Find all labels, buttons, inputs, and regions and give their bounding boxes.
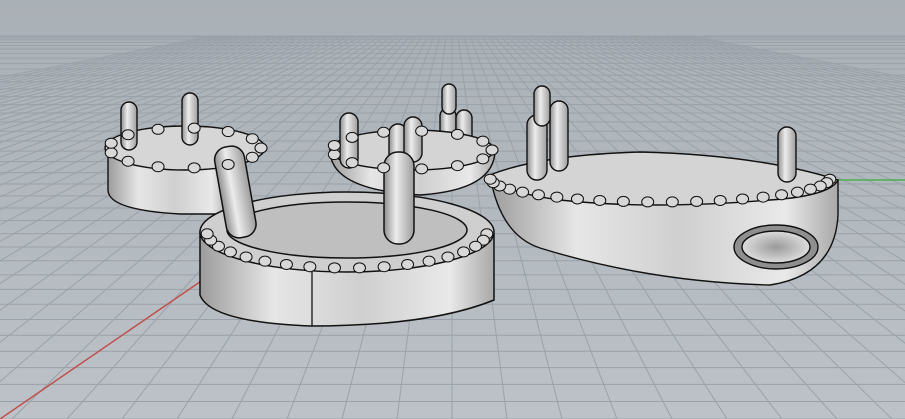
support-tip xyxy=(593,194,607,206)
support-pin xyxy=(777,126,797,183)
support-tip xyxy=(200,228,214,240)
support-tip xyxy=(450,160,464,172)
support-tip xyxy=(121,155,135,167)
support-tip xyxy=(223,246,237,258)
support-tip xyxy=(353,262,367,274)
support-tip xyxy=(377,126,391,138)
support-pin xyxy=(120,101,138,151)
support-tip xyxy=(469,240,483,252)
support-tip xyxy=(616,195,630,207)
support-tip xyxy=(221,126,235,138)
support-tip xyxy=(345,157,359,169)
support-tip xyxy=(221,158,235,170)
support-tip xyxy=(476,135,490,147)
support-tip xyxy=(483,173,497,185)
support-tip xyxy=(736,193,750,205)
support-tip xyxy=(531,189,545,201)
support-tip xyxy=(245,133,259,145)
support-tip xyxy=(441,251,455,263)
support-tip xyxy=(476,153,490,165)
support-tip xyxy=(550,191,564,203)
support-tip xyxy=(258,255,272,267)
support-tip xyxy=(401,258,415,270)
support-tip xyxy=(279,258,293,270)
support-tip xyxy=(245,151,259,163)
support-tip xyxy=(254,142,268,154)
support-tip xyxy=(422,255,436,267)
support-tip xyxy=(415,163,429,175)
support-tip xyxy=(457,246,471,258)
support-tip xyxy=(775,189,789,201)
support-pin xyxy=(441,83,457,115)
support-tip xyxy=(690,195,704,207)
support-tip xyxy=(104,137,118,149)
support-tip xyxy=(151,161,165,173)
support-tip xyxy=(121,129,135,141)
support-tip xyxy=(570,193,584,205)
support-tip xyxy=(239,251,253,263)
support-tip xyxy=(665,196,679,208)
support-tip xyxy=(187,122,201,134)
support-tip xyxy=(187,162,201,174)
rhino-perspective-viewport[interactable] xyxy=(0,0,905,419)
viewport-canvas[interactable] xyxy=(0,0,905,419)
support-pin xyxy=(549,100,569,172)
support-pin xyxy=(181,92,199,146)
support-tip xyxy=(104,147,118,159)
loop-hole-inner xyxy=(741,230,811,264)
support-tip xyxy=(803,183,817,195)
support-tip xyxy=(303,261,317,273)
support-tip xyxy=(641,196,655,208)
support-tip xyxy=(377,162,391,174)
support-tip xyxy=(377,261,391,273)
support-tip xyxy=(713,194,727,206)
support-tip xyxy=(485,144,499,156)
support-tip xyxy=(151,123,165,135)
support-tip xyxy=(790,186,804,198)
support-tip xyxy=(327,149,341,161)
support-tip xyxy=(450,128,464,140)
support-tip xyxy=(756,191,770,203)
support-tip xyxy=(516,186,530,198)
support-tip xyxy=(327,262,341,274)
support-tip xyxy=(415,125,429,137)
support-tip xyxy=(327,139,341,151)
support-pin xyxy=(533,85,551,127)
support-tip xyxy=(345,131,359,143)
